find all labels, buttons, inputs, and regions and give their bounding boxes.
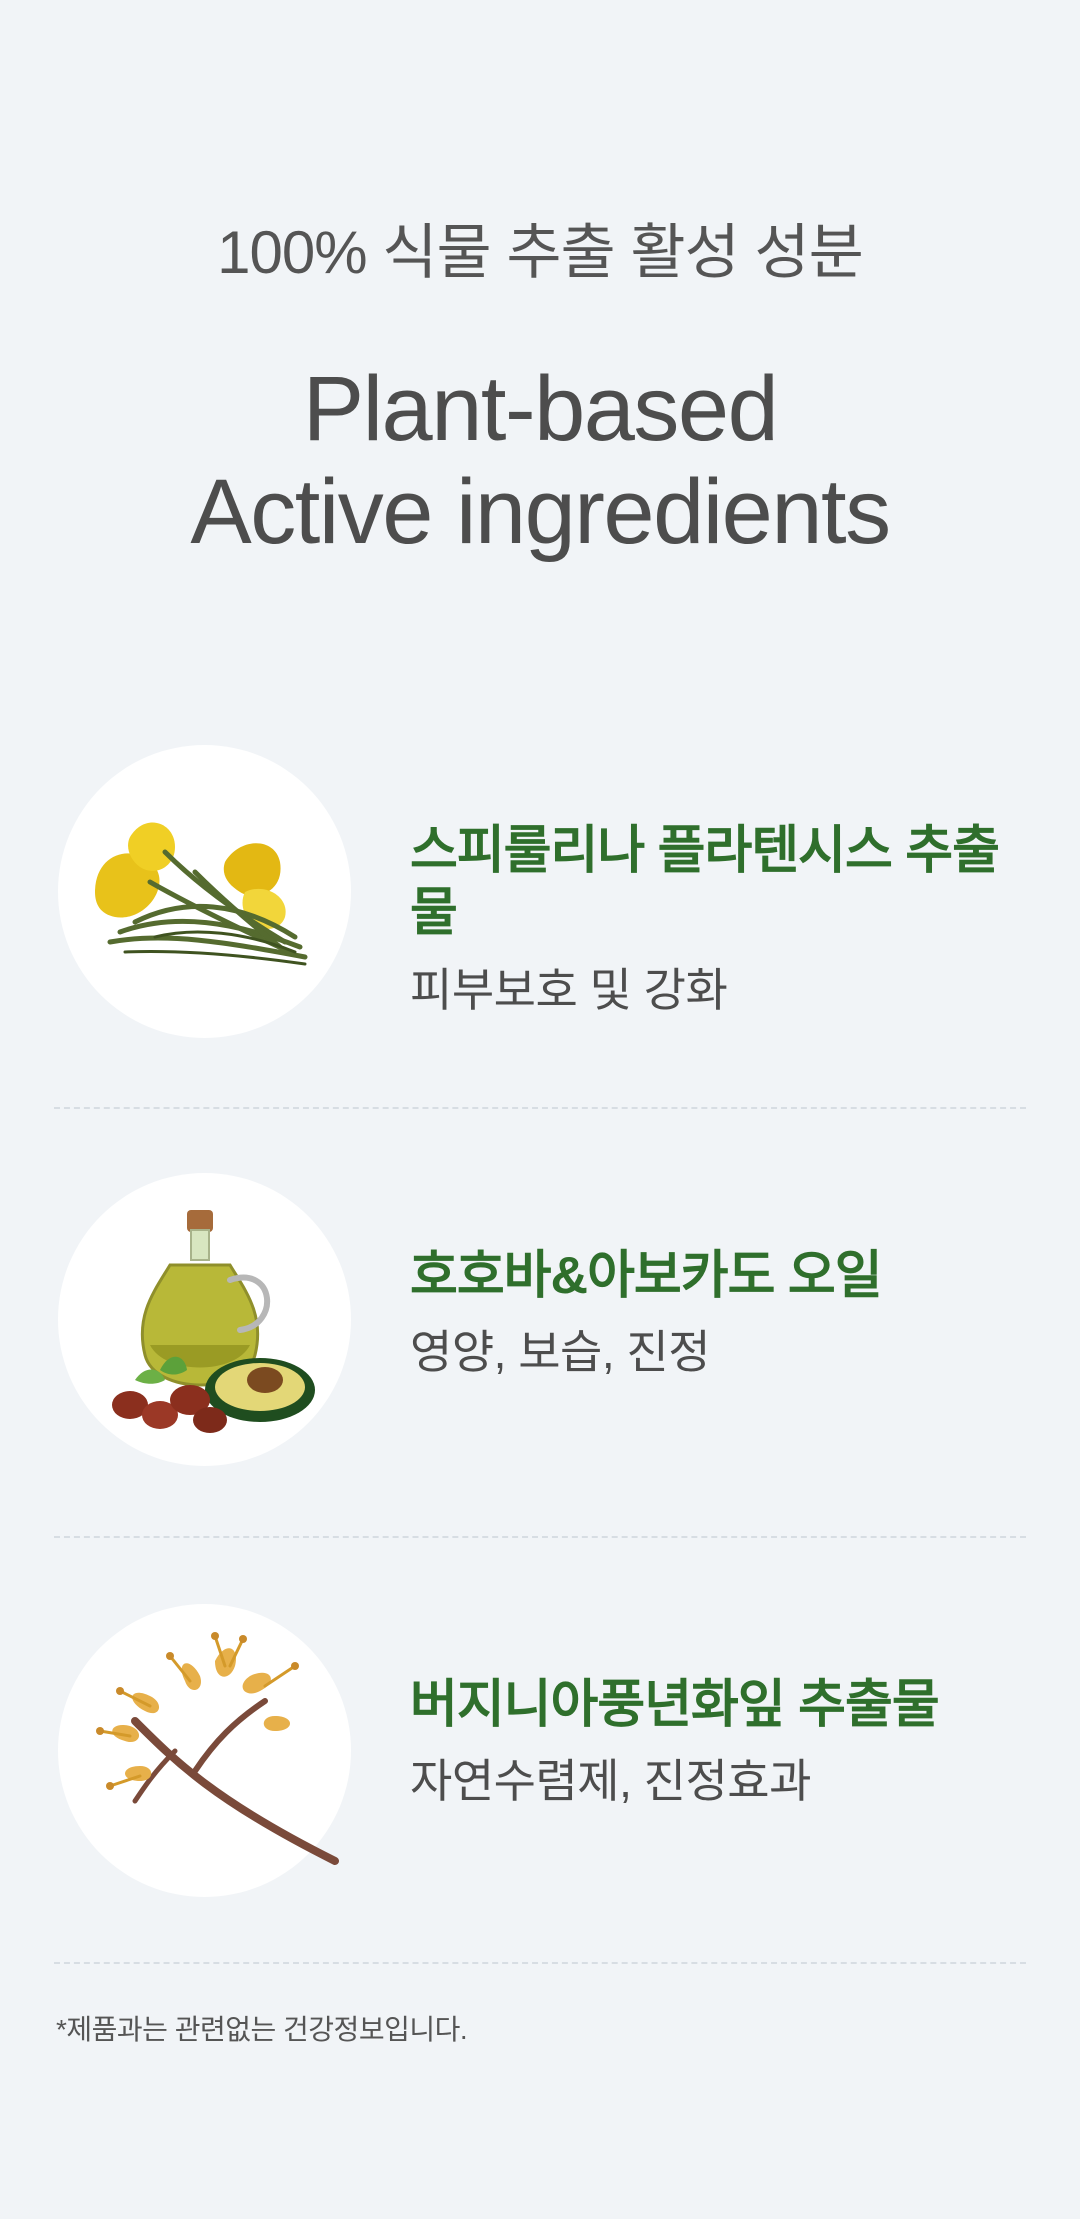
ingredient-name: 호호바&아보카도 오일 [410, 1247, 883, 1305]
ingredient-item-witch-hazel: 버지니아풍년화잎 추출물 자연수렴제, 진정효과 [54, 1538, 1026, 1962]
ingredient-desc: 피부보호 및 강화 [410, 963, 728, 1016]
seaweed-icon [58, 745, 351, 1038]
kicker-text: 100% 식물 추출 활성 성분 [217, 219, 864, 286]
disclaimer-footnote: *제품과는 관련없는 건강정보입니다. [56, 2014, 468, 2045]
ingredient-text: 버지니아풍년화잎 추출물 자연수렴제, 진정효과 [410, 1674, 1020, 1810]
ingredient-item-jojoba-avocado: 호호바&아보카도 오일 영양, 보습, 진정 [54, 1109, 1026, 1536]
witch-hazel-icon [58, 1604, 351, 1897]
ingredient-desc: 영양, 보습, 진정 [410, 1326, 711, 1379]
ingredient-desc: 자연수렴제, 진정효과 [410, 1755, 811, 1808]
page-title: Plant-based Active ingredients [0, 358, 1080, 564]
ingredient-name: 스피룰리나 플라텐시스 추출물 [410, 822, 1000, 943]
title-line-1: Plant-based [302, 358, 779, 460]
ingredient-text: 스피룰리나 플라텐시스 추출물 피부보호 및 강화 [410, 820, 1020, 1018]
ingredient-list: 스피룰리나 플라텐시스 추출물 피부보호 및 강화 호호바&아보카도 오일 영양… [54, 700, 1026, 1964]
oil-avocado-icon [58, 1173, 351, 1466]
page: 100% 식물 추출 활성 성분 Plant-based Active ingr… [0, 0, 1080, 2219]
ingredient-item-spirulina: 스피룰리나 플라텐시스 추출물 피부보호 및 강화 [54, 700, 1026, 1107]
title-line-2: Active ingredients [190, 461, 891, 564]
ingredient-name: 버지니아풍년화잎 추출물 [410, 1676, 940, 1734]
divider [54, 1962, 1026, 1964]
ingredient-text: 호호바&아보카도 오일 영양, 보습, 진정 [410, 1245, 1020, 1381]
